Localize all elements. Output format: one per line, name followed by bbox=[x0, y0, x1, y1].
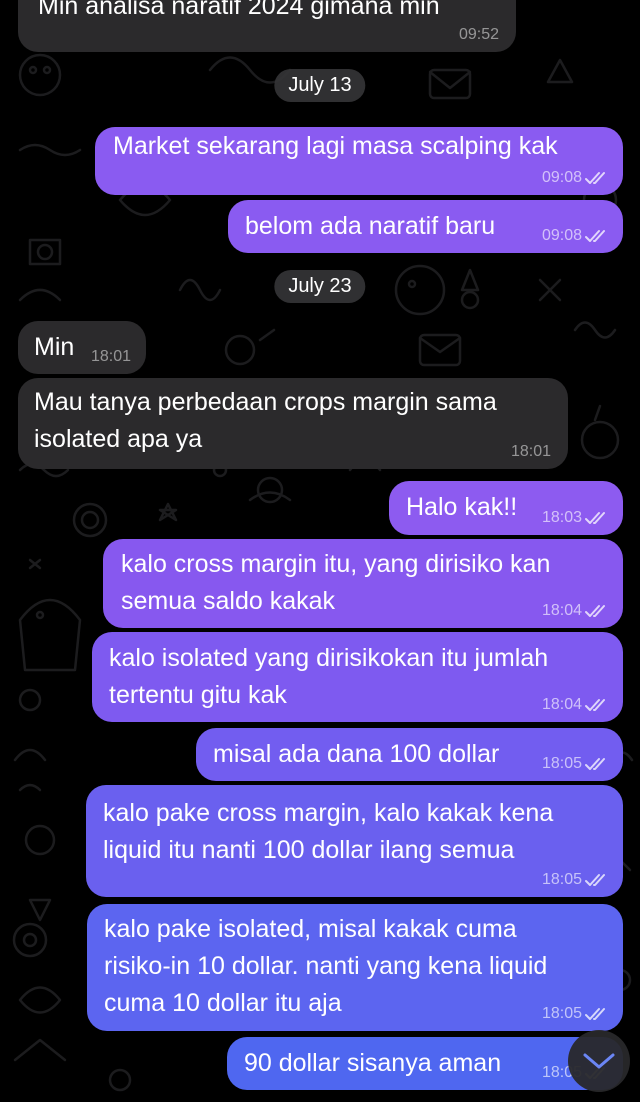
message-status: 18:04 bbox=[542, 696, 609, 714]
message-text: Market sekarang lagi masa scalping kak bbox=[113, 132, 558, 160]
message-bubble-outgoing[interactable]: belom ada naratif baru 09:08 bbox=[228, 200, 623, 253]
message-text: Mau tanya perbedaan crops margin sama is… bbox=[34, 388, 497, 453]
message-bubble-outgoing[interactable]: 90 dollar sisanya aman 18:05 bbox=[227, 1037, 623, 1090]
message-time: 09:52 bbox=[458, 26, 499, 43]
date-separator: July 13 bbox=[274, 69, 366, 102]
double-check-icon bbox=[585, 172, 605, 184]
message-bubble-outgoing[interactable]: kalo pake cross margin, kalo kakak kena … bbox=[86, 785, 623, 897]
message-bubble-outgoing[interactable]: kalo isolated yang dirisikokan itu jumla… bbox=[92, 632, 623, 722]
message-text: kalo pake cross margin, kalo kakak kena … bbox=[103, 799, 554, 864]
message-status: 09:08 bbox=[542, 169, 609, 187]
date-separator: July 23 bbox=[274, 270, 366, 303]
message-bubble-outgoing[interactable]: Market sekarang lagi masa scalping kak 0… bbox=[95, 127, 623, 195]
double-check-icon bbox=[585, 1008, 605, 1020]
message-bubble-outgoing[interactable]: Halo kak!! 18:03 bbox=[389, 481, 623, 535]
scroll-to-bottom-button[interactable] bbox=[568, 1030, 630, 1092]
message-status: 18:05 bbox=[542, 871, 609, 889]
message-status: 18:04 bbox=[542, 602, 609, 620]
double-check-icon bbox=[585, 605, 605, 617]
double-check-icon bbox=[585, 758, 605, 770]
message-time: 18:01 bbox=[90, 348, 131, 365]
double-check-icon bbox=[585, 230, 605, 242]
message-bubble-outgoing[interactable]: kalo pake isolated, misal kakak cuma ris… bbox=[87, 904, 623, 1031]
message-bubble-incoming[interactable]: Mau tanya perbedaan crops margin sama is… bbox=[18, 378, 568, 469]
message-bubble-outgoing[interactable]: kalo cross margin itu, yang dirisiko kan… bbox=[103, 539, 623, 628]
message-time: 18:01 bbox=[510, 443, 551, 460]
double-check-icon bbox=[585, 699, 605, 711]
message-status: 18:05 bbox=[542, 755, 609, 773]
message-text: Min analisa naratif 2024 gimana min bbox=[38, 0, 440, 20]
message-bubble-incoming[interactable]: Min analisa naratif 2024 gimana min 09:5… bbox=[18, 0, 516, 52]
message-bubble-incoming[interactable]: Min 18:01 bbox=[18, 321, 146, 374]
double-check-icon bbox=[585, 512, 605, 524]
message-bubble-outgoing[interactable]: misal ada dana 100 dollar 18:05 bbox=[196, 728, 623, 781]
message-status: 09:08 bbox=[542, 227, 609, 245]
message-status: 18:05 bbox=[542, 1005, 609, 1023]
chevron-down-icon bbox=[583, 1053, 615, 1069]
message-status: 18:03 bbox=[542, 509, 609, 527]
double-check-icon bbox=[585, 874, 605, 886]
